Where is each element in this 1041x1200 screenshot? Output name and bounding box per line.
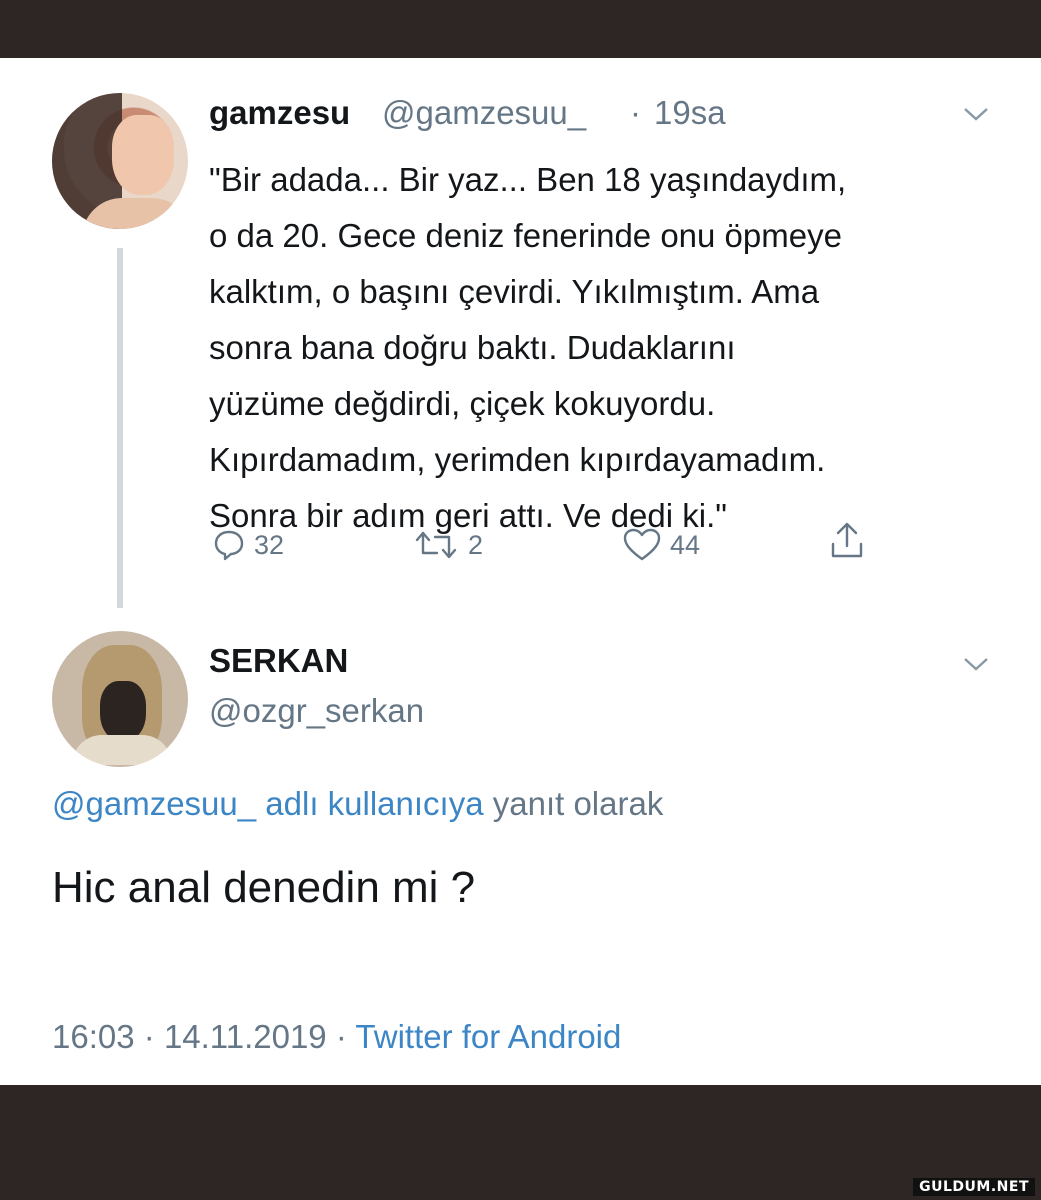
reply-author-name[interactable]: SERKAN <box>209 642 348 680</box>
top-frame-bar <box>0 0 1041 58</box>
replying-to-link[interactable]: @gamzesuu_ adlı kullanıcıya <box>52 785 484 822</box>
tweet-source[interactable]: Twitter for Android <box>355 1018 621 1055</box>
tweet-card: gamzesu @gamzesuu_ · 19sa "Bir adada... … <box>0 58 1041 1085</box>
chevron-down-icon[interactable] <box>962 654 990 674</box>
retweet-count: 2 <box>468 529 484 560</box>
reply-action[interactable]: 32 <box>212 527 284 563</box>
retweet-icon <box>415 531 457 559</box>
meta-separator: · <box>335 1018 347 1055</box>
author-name[interactable]: gamzesu <box>209 94 350 132</box>
bottom-frame-bar <box>0 1085 1041 1200</box>
tweet-metadata: 16:03 · 14.11.2019 · Twitter for Android <box>52 1018 621 1056</box>
share-icon <box>831 522 863 558</box>
author-handle[interactable]: @gamzesuu_ <box>382 94 586 132</box>
retweet-action[interactable]: 2 <box>412 527 483 563</box>
like-count: 44 <box>670 529 701 560</box>
user-avatar-serkan[interactable] <box>52 631 188 767</box>
thread-connector-line <box>117 248 123 608</box>
replying-to: @gamzesuu_ adlı kullanıcıya yanıt olarak <box>52 785 663 823</box>
tweet-text: "Bir adada... Bir yaz... Ben 18 yaşınday… <box>209 161 847 534</box>
user-avatar-gamzesu[interactable] <box>52 93 188 229</box>
like-action[interactable]: 44 <box>622 527 700 563</box>
like-icon <box>623 528 661 561</box>
tweet-age[interactable]: 19sa <box>654 94 726 132</box>
tweet-date[interactable]: 14.11.2019 <box>164 1018 327 1055</box>
dot-separator: · <box>630 94 641 131</box>
reply-icon <box>214 530 244 561</box>
tweet-time[interactable]: 16:03 <box>52 1018 135 1055</box>
chevron-down-icon[interactable] <box>962 104 990 124</box>
share-action[interactable] <box>829 522 865 559</box>
watermark-badge: GULDUM.NET <box>913 1178 1035 1196</box>
reply-text: Hic anal denedin mi ? <box>52 863 476 912</box>
replying-to-text: yanıt olarak <box>492 785 664 822</box>
meta-separator: · <box>143 1018 155 1055</box>
reply-author-handle[interactable]: @ozgr_serkan <box>209 692 424 730</box>
reply-count: 32 <box>254 529 285 560</box>
